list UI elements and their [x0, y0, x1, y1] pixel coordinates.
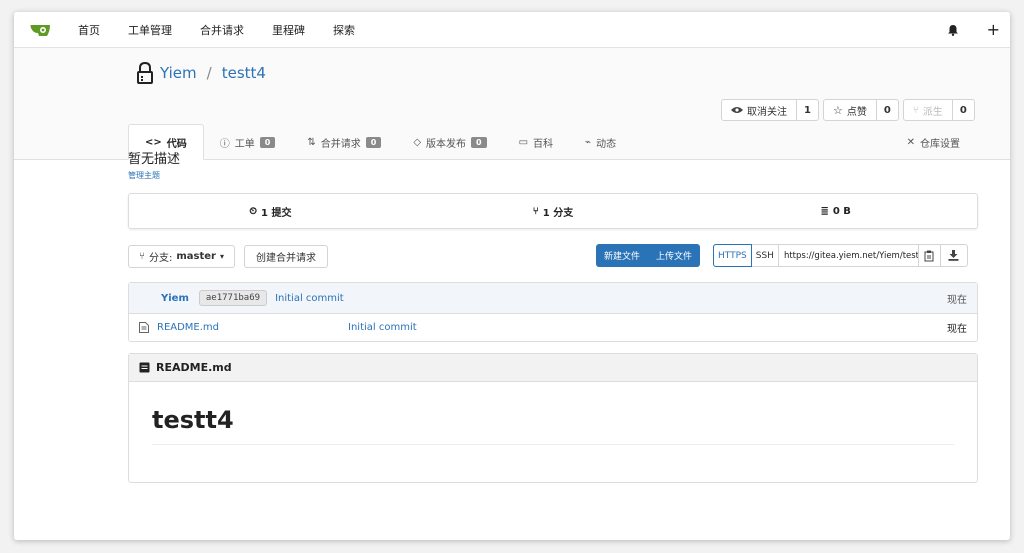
bell-icon[interactable]: [947, 24, 959, 36]
create-plus-icon[interactable]: +: [987, 22, 1000, 38]
watch-count[interactable]: 1: [797, 100, 818, 120]
fork-button[interactable]: ⑂ 派生 0: [902, 99, 975, 121]
branches-stat[interactable]: ⑂ 1 分支: [412, 204, 695, 219]
fork-count[interactable]: 0: [953, 100, 974, 120]
commit-sha-button[interactable]: ae1771ba69: [198, 290, 268, 306]
lock-icon: [137, 62, 153, 84]
branch-dropdown[interactable]: ⑂ 分支: master ▾: [128, 244, 236, 268]
clone-panel: HTTPS SSH https://gitea.yiem.net/Yiem/te…: [713, 244, 968, 267]
branch-icon: ⑂: [532, 205, 539, 217]
size-stat: ≣ 0 B: [694, 206, 977, 217]
repo-separator: /: [206, 64, 212, 82]
tab-count: 0: [471, 136, 487, 148]
branch-prefix: 分支:: [149, 252, 173, 264]
pr-icon: ⇅: [307, 136, 316, 148]
file-toolbar: ⑂ 分支: master ▾ 创建合并请求 新建文件 上传文件 HTTPS SS…: [128, 244, 978, 268]
tab-count: 0: [365, 136, 382, 148]
repo-title: Yiem / testt4: [136, 62, 266, 84]
repo-header: Yiem / testt4 取消关注 1 ☆ 点赞 0 ⑂ 派生 0 <> 代码…: [14, 48, 1010, 160]
nav-explore[interactable]: 探索: [333, 22, 355, 38]
clone-url-input[interactable]: https://gitea.yiem.net/Yiem/testt4.git: [779, 245, 919, 266]
manage-topics-link[interactable]: 管理主题: [128, 170, 978, 181]
new-file-button[interactable]: 新建文件: [596, 244, 648, 267]
repo-actions: 取消关注 1 ☆ 点赞 0 ⑂ 派生 0: [721, 99, 975, 121]
readme-panel: README.md testt4: [128, 353, 978, 483]
caret-down-icon: ▾: [220, 251, 225, 261]
file-commit-link[interactable]: Initial commit: [348, 322, 417, 333]
nav-milestones[interactable]: 里程碑: [272, 22, 305, 38]
star-label-wrap: ☆ 点赞: [824, 100, 877, 120]
commit-message-link[interactable]: Initial commit: [275, 293, 344, 304]
readme-filename: README.md: [156, 361, 232, 374]
file-actions: 新建文件 上传文件: [596, 244, 701, 267]
repo-owner-link[interactable]: Yiem: [160, 64, 197, 82]
latest-commit-row: Yiem ae1771ba69 Initial commit 现在: [129, 283, 977, 314]
copy-clipboard-icon[interactable]: [919, 245, 941, 266]
tab-count: 0: [259, 136, 276, 148]
star-label: 点赞: [846, 106, 867, 118]
branch-name: master: [176, 250, 216, 262]
file-row: README.md Initial commit 现在: [129, 314, 977, 341]
repo-stats-bar: ⏲ 1 提交 ⑂ 1 分支 ≣ 0 B: [128, 193, 978, 229]
create-pr-button[interactable]: 创建合并请求: [244, 244, 329, 268]
watch-label: 取消关注: [747, 106, 787, 118]
watch-button[interactable]: 取消关注 1: [721, 99, 819, 121]
commit-author-link[interactable]: Yiem: [161, 293, 189, 304]
readme-header: README.md: [129, 354, 977, 382]
branches-count: 1 分支: [542, 207, 574, 219]
nav-home[interactable]: 首页: [78, 22, 100, 38]
file-time: 现在: [947, 324, 967, 335]
app-window: 首页 工单管理 合并请求 里程碑 探索 + Yiem / testt4 取消关注…: [14, 12, 1010, 540]
commit-time: 现在: [947, 294, 967, 306]
repo-content: 暂无描述 管理主题 ⏲ 1 提交 ⑂ 1 分支 ≣ 0 B ⑂ 分支: mast…: [128, 148, 978, 483]
repo-description: 暂无描述: [128, 152, 181, 167]
fork-icon: ⑂: [912, 104, 919, 116]
tag-icon: ◇: [413, 136, 422, 148]
nav-pulls[interactable]: 合并请求: [200, 22, 244, 38]
history-icon: ⏲: [249, 205, 258, 217]
https-button[interactable]: HTTPS: [713, 244, 752, 267]
nav-issues[interactable]: 工单管理: [128, 22, 172, 38]
star-button[interactable]: ☆ 点赞 0: [822, 99, 899, 121]
nav-right: +: [947, 12, 1000, 48]
gitea-logo-icon[interactable]: [30, 23, 52, 37]
commits-stat[interactable]: ⏲ 1 提交: [129, 204, 412, 219]
database-icon: ≣: [820, 205, 829, 217]
repo-name-link[interactable]: testt4: [222, 64, 266, 82]
star-count[interactable]: 0: [877, 100, 898, 120]
upload-file-button[interactable]: 上传文件: [648, 244, 700, 267]
tools-icon: ✕: [906, 136, 915, 148]
book-icon: [139, 362, 150, 373]
fork-label: 派生: [922, 106, 943, 118]
repo-size: 0 B: [832, 205, 851, 217]
pulse-icon: ⌁: [585, 136, 592, 148]
eye-icon: [731, 107, 743, 113]
top-navbar: 首页 工单管理 合并请求 里程碑 探索 +: [14, 12, 1010, 48]
readme-body: testt4: [129, 382, 977, 469]
code-icon: <>: [145, 136, 162, 148]
watch-label-wrap: 取消关注: [722, 100, 797, 120]
fork-label-wrap: ⑂ 派生: [904, 100, 953, 120]
file-list: Yiem ae1771ba69 Initial commit 现在 README…: [128, 282, 978, 342]
branch-icon: ⑂: [139, 250, 145, 262]
commits-count: 1 提交: [261, 207, 292, 219]
ssh-button[interactable]: SSH: [752, 245, 779, 266]
readme-heading: testt4: [152, 406, 954, 445]
file-text-icon: [139, 322, 149, 333]
download-icon[interactable]: [941, 245, 967, 266]
book-icon: ▭: [518, 136, 529, 148]
file-name-link[interactable]: README.md: [157, 322, 348, 333]
star-icon: ☆: [832, 103, 843, 117]
